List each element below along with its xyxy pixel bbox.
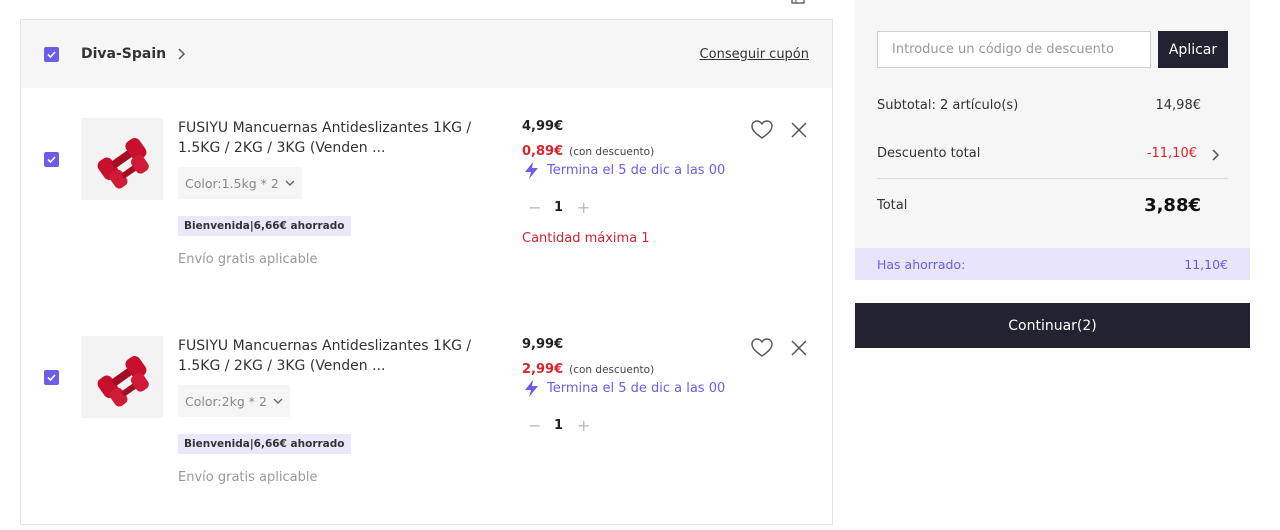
continue-button[interactable]: Continuar(2)	[855, 303, 1250, 348]
product-image[interactable]	[81, 336, 163, 418]
promo-text: Termina el 5 de dic a las 00	[547, 163, 726, 178]
welcome-badge: Bienvenida|6,66€ ahorrado	[178, 216, 351, 236]
promo-row: Termina el 5 de dic a las 00	[524, 162, 725, 179]
product-title[interactable]: FUSIYU Mancuernas Antideslizantes 1KG / …	[178, 118, 478, 158]
discount-total-value: -11,10€	[1146, 146, 1197, 161]
variant-label: Color:1.5kg * 2	[185, 175, 279, 191]
shipping-text: Envío gratis aplicable	[178, 470, 318, 485]
lightning-icon	[525, 162, 538, 179]
original-price: 4,99€	[522, 119, 564, 134]
total-label: Total	[877, 198, 908, 213]
product-image[interactable]	[81, 118, 163, 200]
item-checkbox[interactable]	[44, 152, 59, 167]
top-edge-icon	[791, 0, 805, 4]
checkbox-checked-icon	[47, 374, 56, 382]
get-coupon-link[interactable]: Conseguir cupón	[700, 47, 809, 62]
checkbox-checked-icon	[47, 156, 56, 164]
promo-row: Termina el 5 de dic a las 00	[524, 380, 725, 397]
apply-button[interactable]: Aplicar	[1158, 31, 1228, 68]
dumbbell-image	[97, 356, 149, 407]
cart-panel: Diva-Spain Conseguir cupón FUSIYU Mancue…	[20, 19, 833, 525]
quantity-stepper: − 1 +	[528, 198, 590, 217]
cart-item: FUSIYU Mancuernas Antideslizantes 1KG / …	[21, 307, 832, 507]
variant-label: Color:2kg * 2	[185, 393, 267, 409]
summary-divider	[877, 178, 1228, 179]
store-name[interactable]: Diva-Spain	[81, 46, 166, 62]
variant-selector[interactable]: Color:1.5kg * 2	[178, 167, 302, 199]
close-icon[interactable]	[789, 338, 809, 358]
welcome-badge: Bienvenida|6,66€ ahorrado	[178, 434, 351, 454]
discount-code-input[interactable]	[877, 31, 1151, 68]
order-summary: Aplicar Subtotal: 2 artículo(s) 14,98€ D…	[855, 0, 1250, 280]
cart-page: Diva-Spain Conseguir cupón FUSIYU Mancue…	[0, 0, 1280, 530]
quantity-stepper: − 1 +	[528, 416, 590, 435]
promo-text: Termina el 5 de dic a las 00	[547, 381, 726, 396]
max-quantity-warning: Cantidad máxima 1	[522, 231, 650, 246]
saved-value: 11,10€	[1184, 256, 1228, 272]
dumbbell-image	[97, 138, 149, 189]
discount-row: 0,89€ (con descuento)	[522, 144, 654, 159]
subtotal-value: 14,98€	[1155, 98, 1202, 113]
chevron-down-icon	[285, 180, 295, 186]
subtotal-label: Subtotal: 2 artículo(s)	[877, 98, 1019, 113]
discount-note: (con descuento)	[569, 364, 655, 376]
chevron-down-icon	[273, 398, 283, 404]
discount-row: 2,99€ (con descuento)	[522, 362, 654, 377]
discount-price: 2,99€	[522, 362, 564, 377]
discount-price: 0,89€	[522, 144, 564, 159]
heart-icon[interactable]	[751, 338, 773, 358]
discount-note: (con descuento)	[569, 146, 655, 158]
quantity-value: 1	[554, 200, 564, 215]
chevron-right-icon[interactable]	[1211, 148, 1220, 162]
quantity-value: 1	[554, 418, 564, 433]
lightning-icon	[525, 380, 538, 397]
store-header: Diva-Spain Conseguir cupón	[21, 20, 832, 88]
cart-item: FUSIYU Mancuernas Antideslizantes 1KG / …	[21, 89, 832, 289]
item-checkbox[interactable]	[44, 370, 59, 385]
total-value: 3,88€	[1144, 195, 1201, 216]
decrease-button[interactable]: −	[528, 416, 541, 435]
product-title[interactable]: FUSIYU Mancuernas Antideslizantes 1KG / …	[178, 336, 478, 376]
original-price: 9,99€	[522, 337, 564, 352]
checkbox-checked-icon	[47, 50, 56, 58]
close-icon[interactable]	[789, 120, 809, 140]
decrease-button[interactable]: −	[528, 198, 541, 217]
heart-icon[interactable]	[751, 120, 773, 140]
variant-selector[interactable]: Color:2kg * 2	[178, 385, 290, 417]
chevron-right-icon[interactable]	[176, 47, 186, 61]
saved-label: Has ahorrado:	[877, 256, 966, 272]
shipping-text: Envío gratis aplicable	[178, 252, 318, 267]
discount-total-label: Descuento total	[877, 146, 981, 161]
store-checkbox[interactable]	[44, 46, 59, 62]
increase-button[interactable]: +	[577, 416, 590, 435]
savings-bar: Has ahorrado: 11,10€	[855, 248, 1250, 280]
increase-button[interactable]: +	[577, 198, 590, 217]
